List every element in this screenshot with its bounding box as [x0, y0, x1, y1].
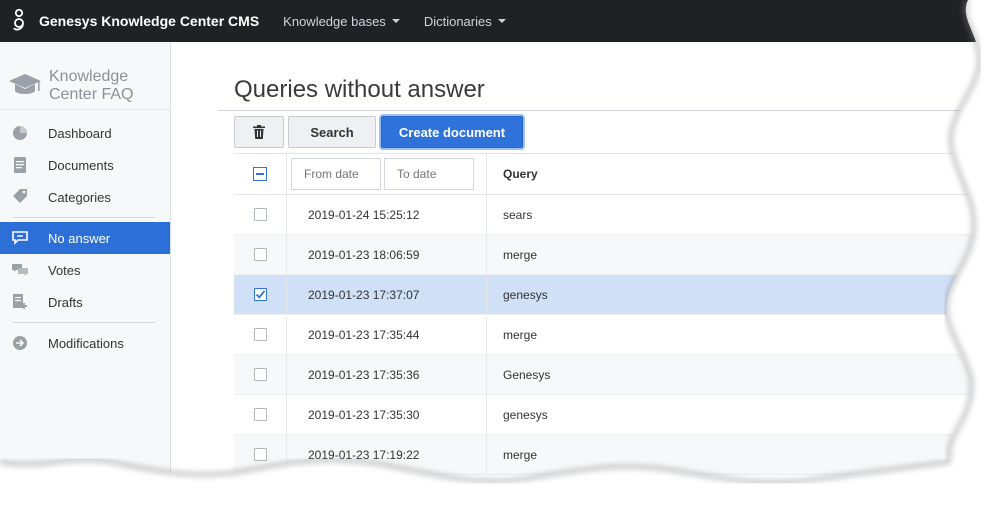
table-row[interactable]: 2019-01-24 15:25:12 sears: [234, 195, 1005, 235]
app-brand[interactable]: Genesys Knowledge Center CMS: [39, 13, 259, 29]
sidebar-item-votes[interactable]: Votes: [0, 254, 170, 286]
sidebar-item-label: No answer: [48, 230, 111, 246]
row-checkbox-cell: [234, 315, 287, 354]
row-date: 2019-01-23 18:06:59: [287, 235, 487, 274]
document-icon: [10, 155, 30, 175]
row-checkbox-cell: [234, 195, 287, 234]
title-divider: [218, 110, 1005, 111]
row-query: Genesys: [503, 367, 551, 382]
sidebar-divider: [13, 217, 155, 218]
tag-icon: [10, 187, 30, 207]
table-row[interactable]: 2019-01-23 17:35:36 Genesys: [234, 355, 1005, 395]
row-query: merge: [503, 247, 538, 262]
top-nav-menu: Knowledge bases Dictionaries: [283, 14, 530, 29]
sidebar-title-line2: Center FAQ: [49, 86, 134, 103]
comments-icon: [10, 260, 30, 280]
arrow-circle-icon: [10, 333, 30, 353]
sidebar-divider: [13, 322, 155, 323]
sidebar-item-label: Documents: [48, 157, 114, 173]
table-row[interactable]: 2019-01-23 18:06:59 merge: [234, 235, 1005, 275]
select-all-cell: [234, 154, 287, 194]
draft-icon: [10, 292, 30, 312]
row-query: merge: [503, 447, 538, 462]
row-date: 2019-01-23 17:35:30: [287, 395, 487, 434]
caret-down-icon: [497, 19, 506, 23]
date-filter-cell: [287, 154, 487, 194]
caret-down-icon: [391, 19, 400, 23]
sidebar-item-documents[interactable]: Documents: [0, 149, 170, 181]
minus-icon: [256, 173, 264, 175]
pie-chart-icon: [10, 123, 30, 143]
table-header: Query: [234, 153, 1005, 195]
create-document-button[interactable]: Create document: [381, 116, 523, 148]
row-checkbox-cell: [234, 275, 287, 314]
row-query: merge: [503, 327, 538, 342]
graduation-cap-icon: [9, 74, 41, 94]
dictionaries-menu[interactable]: Dictionaries: [424, 14, 506, 29]
row-date: 2019-01-23 17:19:22: [287, 435, 487, 474]
knowledge-bases-label: Knowledge bases: [283, 13, 386, 29]
to-date-input[interactable]: [384, 158, 474, 190]
sidebar-item-drafts[interactable]: Drafts: [0, 286, 170, 318]
from-date-input[interactable]: [291, 158, 381, 190]
row-checkbox[interactable]: [253, 448, 267, 461]
sidebar-title-line1: Knowledge: [49, 68, 129, 85]
select-all-checkbox[interactable]: [253, 167, 267, 181]
row-checkbox[interactable]: [253, 248, 267, 261]
checkmark-icon: [255, 290, 265, 299]
sidebar-title[interactable]: Knowledge Center FAQ: [49, 68, 133, 104]
table-row[interactable]: 2019-01-23 17:19:22 merge: [234, 435, 1005, 475]
sidebar-header: Knowledge Center FAQ: [0, 42, 170, 110]
trash-icon: [253, 125, 265, 139]
sidebar-item-label: Votes: [48, 262, 81, 278]
table-row[interactable]: 2019-01-23 17:35:30 genesys: [234, 395, 1005, 435]
sidebar-item-categories[interactable]: Categories: [0, 181, 170, 213]
knowledge-bases-menu[interactable]: Knowledge bases: [283, 14, 400, 29]
top-navbar: Genesys Knowledge Center CMS Knowledge b…: [0, 0, 1005, 42]
row-checkbox[interactable]: [253, 288, 267, 301]
delete-button[interactable]: [234, 116, 284, 148]
row-checkbox[interactable]: [253, 368, 267, 381]
queries-table: Query 2019-01-24 15:25:12 sears 2019-01-…: [234, 153, 1005, 475]
row-checkbox[interactable]: [253, 408, 267, 421]
sidebar-item-label: Dashboard: [48, 125, 112, 141]
toolbar: Search Create document: [234, 116, 527, 148]
row-query: genesys: [503, 287, 548, 302]
sidebar-item-label: Categories: [48, 189, 111, 205]
query-column-header[interactable]: Query: [487, 154, 1005, 194]
row-date: 2019-01-23 17:35:36: [287, 355, 487, 394]
row-checkbox-cell: [234, 435, 287, 474]
row-checkbox[interactable]: [253, 328, 267, 341]
sidebar: Knowledge Center FAQ Dashboard Documents…: [0, 42, 171, 525]
app-window: Genesys Knowledge Center CMS Knowledge b…: [0, 0, 1005, 525]
row-query: genesys: [503, 407, 548, 422]
row-date: 2019-01-23 17:35:44: [287, 315, 487, 354]
sidebar-item-modifications[interactable]: Modifications: [0, 327, 170, 359]
row-date: 2019-01-23 17:37:07: [287, 275, 487, 314]
row-checkbox-cell: [234, 235, 287, 274]
sidebar-item-dashboard[interactable]: Dashboard: [0, 117, 170, 149]
sidebar-item-label: Drafts: [48, 294, 83, 310]
genesys-logo-icon[interactable]: [0, 0, 38, 42]
table-row[interactable]: 2019-01-23 17:35:44 merge: [234, 315, 1005, 355]
search-button[interactable]: Search: [288, 116, 376, 148]
row-checkbox-cell: [234, 395, 287, 434]
chat-unanswered-icon: [10, 228, 30, 248]
row-checkbox[interactable]: [253, 208, 267, 221]
page-title: Queries without answer: [234, 76, 485, 103]
dictionaries-label: Dictionaries: [423, 13, 492, 29]
sidebar-item-no-answer[interactable]: No answer: [0, 222, 170, 254]
row-date: 2019-01-24 15:25:12: [287, 195, 487, 234]
row-checkbox-cell: [234, 355, 287, 394]
row-query: sears: [503, 207, 533, 222]
sidebar-item-label: Modifications: [48, 335, 124, 351]
table-row[interactable]: 2019-01-23 17:37:07 genesys: [234, 275, 1005, 315]
